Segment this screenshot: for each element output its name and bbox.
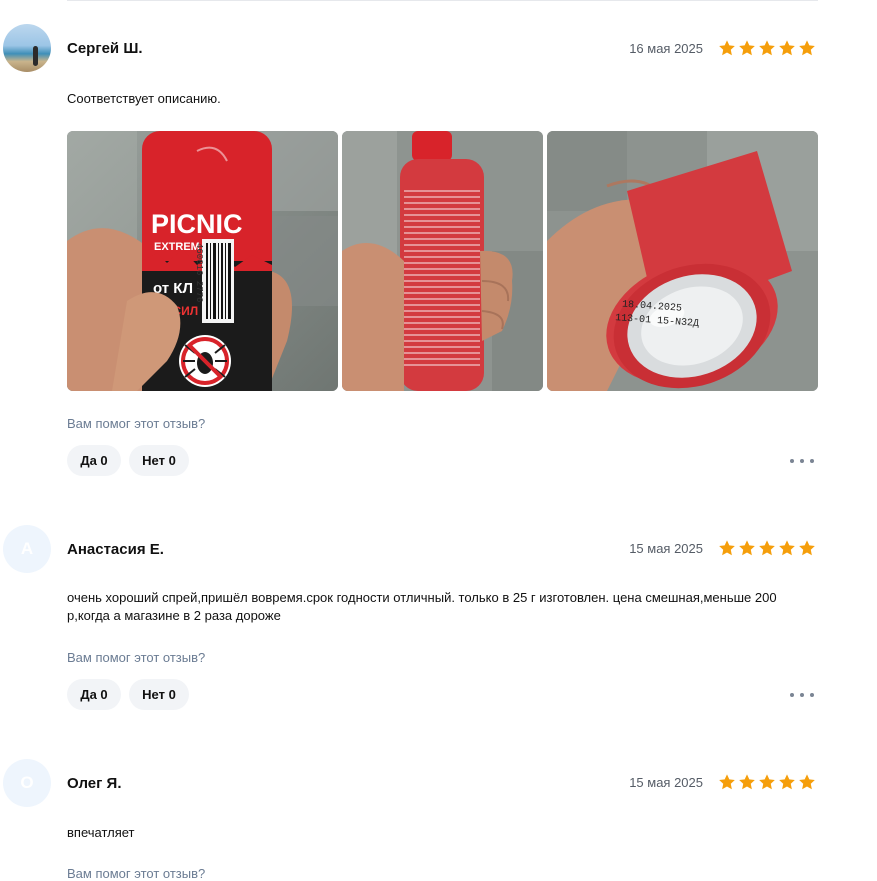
star-icon bbox=[779, 540, 795, 556]
star-icon bbox=[759, 40, 775, 56]
more-options-icon[interactable] bbox=[790, 453, 814, 469]
star-icon bbox=[719, 540, 735, 556]
avatar: О bbox=[3, 759, 51, 807]
product-label-brand: PICNIC bbox=[151, 209, 243, 239]
helpful-question: Вам помог этот отзыв? bbox=[67, 866, 206, 881]
rating-stars bbox=[718, 773, 816, 791]
star-icon bbox=[799, 774, 815, 790]
review-date: 15 мая 2025 bbox=[629, 541, 703, 556]
helpful-no-button[interactable]: Нет 0 bbox=[129, 445, 189, 476]
review-date: 15 мая 2025 bbox=[629, 775, 703, 790]
helpful-question: Вам помог этот отзыв? bbox=[67, 416, 206, 431]
review-author: Сергей Ш. bbox=[67, 40, 143, 57]
more-options-icon[interactable] bbox=[790, 687, 814, 703]
star-icon bbox=[739, 774, 755, 790]
avatar bbox=[3, 24, 51, 72]
review-text: Соответствует описанию. bbox=[67, 91, 221, 106]
review-text: очень хороший спрей,пришёл вовремя.срок … bbox=[67, 590, 777, 623]
star-icon bbox=[719, 774, 735, 790]
star-icon bbox=[779, 774, 795, 790]
helpful-no-button[interactable]: Нет 0 bbox=[129, 679, 189, 710]
star-icon bbox=[719, 40, 735, 56]
rating-stars bbox=[718, 39, 816, 57]
review-photo[interactable] bbox=[342, 131, 543, 391]
star-icon bbox=[739, 40, 755, 56]
star-icon bbox=[759, 540, 775, 556]
product-label-line: EXTREM bbox=[154, 241, 200, 253]
review-photos: PICNIC EXTREM от КЛ УСИЛ 460016 2776 18.… bbox=[67, 131, 818, 391]
helpful-yes-button[interactable]: Да 0 bbox=[67, 445, 121, 476]
review-date: 16 мая 2025 bbox=[629, 41, 703, 56]
star-icon bbox=[739, 540, 755, 556]
helpful-yes-button[interactable]: Да 0 bbox=[67, 679, 121, 710]
review-photo[interactable]: 18.04.2025 113-01 15-N32Д bbox=[547, 131, 818, 391]
review-author: Олег Я. bbox=[67, 775, 122, 792]
star-icon bbox=[799, 40, 815, 56]
barcode-digits: 460016 2776 bbox=[194, 243, 204, 302]
rating-stars bbox=[718, 539, 816, 557]
top-divider bbox=[67, 0, 818, 1]
avatar: А bbox=[3, 525, 51, 573]
review-photo[interactable]: PICNIC EXTREM от КЛ УСИЛ 460016 2776 bbox=[67, 131, 338, 391]
star-icon bbox=[799, 540, 815, 556]
review-author: Анастасия Е. bbox=[67, 541, 164, 558]
review-text: впечатляет bbox=[67, 825, 135, 840]
helpful-question: Вам помог этот отзыв? bbox=[67, 650, 206, 665]
star-icon bbox=[779, 40, 795, 56]
star-icon bbox=[759, 774, 775, 790]
